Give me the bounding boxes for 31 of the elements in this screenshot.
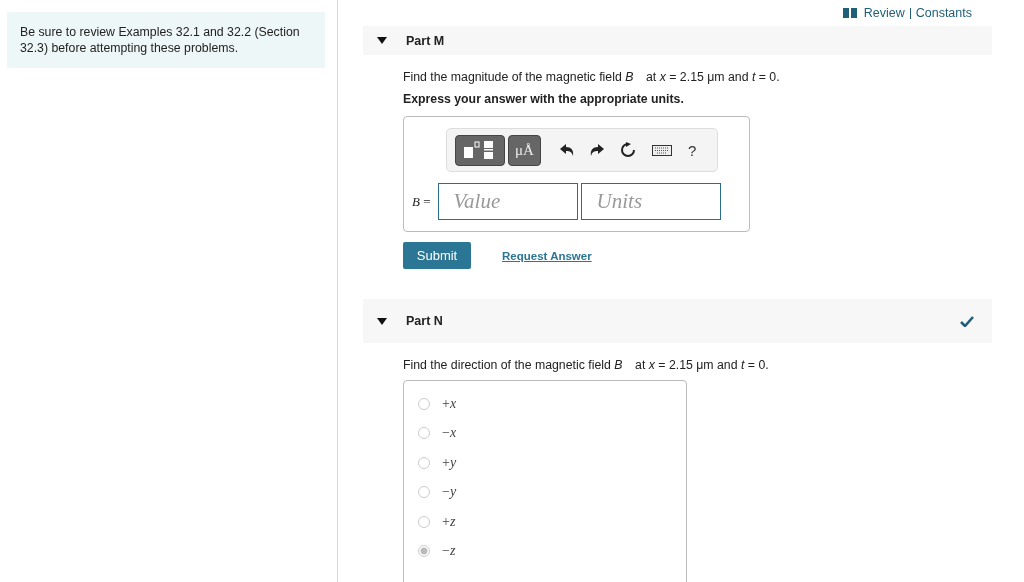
undo-icon[interactable] — [559, 144, 574, 156]
keyboard-icon[interactable] — [651, 144, 672, 156]
part-title: Part M — [406, 33, 446, 48]
option-label: −x — [442, 425, 457, 442]
part-header[interactable]: Part M — [363, 26, 992, 55]
redo-icon[interactable] — [589, 144, 604, 156]
option-label: +x — [442, 395, 457, 412]
review-note: Be sure to review Examples 32.1 and 32.2 (Section 32.3) before attempting these problems. — [7, 12, 325, 68]
question-text: Find the direction of the magnetic field B⃗ at x = 2.15 μm and t = 0. — [403, 358, 770, 372]
book-icon — [842, 8, 857, 18]
option-label: −y — [442, 484, 457, 501]
units-button[interactable]: μÅ — [508, 134, 541, 166]
instruction-text: Express your answer with the appropriate units. — [403, 92, 685, 106]
request-answer-link[interactable]: Request Answer — [502, 249, 592, 262]
value-field[interactable]: Value — [437, 183, 578, 220]
collapse-triangle-icon — [377, 37, 387, 44]
submit-button[interactable]: Submit — [403, 242, 471, 269]
option-label: −z — [442, 543, 456, 560]
option-label: +y — [442, 454, 457, 471]
checkmark-icon — [960, 315, 974, 327]
variable-label: B = — [412, 193, 431, 210]
question-text: Find the magnitude of the magnetic field B⃗ at x = 2.15 μm and t = 0. — [403, 70, 781, 84]
collapse-triangle-icon — [377, 317, 387, 325]
help-button[interactable]: ? — [687, 141, 697, 159]
option-label: +z — [442, 513, 456, 530]
part-title: Part N — [406, 314, 444, 328]
units-field[interactable]: Units — [580, 183, 721, 220]
templates-button[interactable] — [455, 134, 505, 166]
review-link[interactable]: Review — [863, 6, 905, 20]
constants-link[interactable]: Constants — [915, 6, 972, 20]
reset-icon[interactable] — [619, 142, 636, 158]
